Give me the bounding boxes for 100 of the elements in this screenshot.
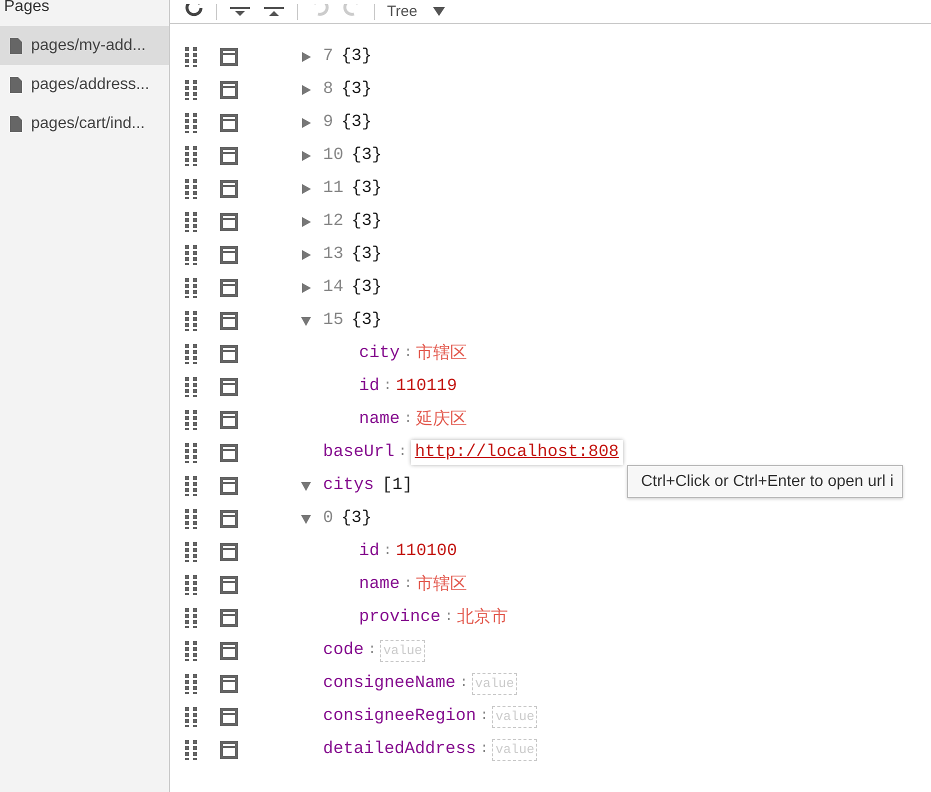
index-key[interactable]: 13 xyxy=(323,242,344,268)
string-value[interactable]: 市辖区 xyxy=(416,340,468,366)
context-menu-icon[interactable] xyxy=(220,212,238,230)
item-count: {3} xyxy=(341,508,372,530)
index-key[interactable]: citys xyxy=(323,472,374,498)
context-menu-icon[interactable] xyxy=(220,576,238,594)
property-key[interactable]: province xyxy=(359,604,441,630)
expand-arrow-icon[interactable] xyxy=(300,116,312,128)
item-count: {3} xyxy=(351,210,382,233)
context-menu-icon[interactable] xyxy=(220,278,238,296)
drag-handle-icon[interactable] xyxy=(185,740,197,760)
drag-handle-icon[interactable] xyxy=(185,344,197,364)
drag-handle-icon[interactable] xyxy=(185,244,197,264)
index-key[interactable]: 7 xyxy=(323,44,334,70)
index-key[interactable]: 0 xyxy=(323,506,334,532)
sidebar-item[interactable]: pages/my-add... xyxy=(0,26,169,65)
property-key[interactable]: consigneeRegion xyxy=(323,704,476,730)
item-count: {3} xyxy=(351,144,382,167)
drag-handle-icon[interactable] xyxy=(185,706,197,726)
drag-handle-icon[interactable] xyxy=(185,410,197,430)
expand-arrow-icon[interactable] xyxy=(300,150,312,162)
context-menu-icon[interactable] xyxy=(220,246,238,264)
context-menu-icon[interactable] xyxy=(220,708,238,726)
string-value[interactable]: 延庆区 xyxy=(416,406,468,432)
property-key[interactable]: consigneeName xyxy=(323,670,456,696)
separator-colon: : xyxy=(460,674,468,693)
property-key[interactable]: name xyxy=(359,406,400,432)
tooltip: Ctrl+Click or Ctrl+Enter to open url i xyxy=(627,465,903,498)
drag-handle-icon[interactable] xyxy=(185,640,197,660)
file-icon xyxy=(9,114,23,132)
property-key[interactable]: name xyxy=(359,572,400,598)
drag-handle-icon[interactable] xyxy=(185,80,197,100)
expand-arrow-icon[interactable] xyxy=(300,216,312,228)
drag-handle-icon[interactable] xyxy=(185,442,197,462)
drag-handle-icon[interactable] xyxy=(185,608,197,628)
index-key[interactable]: 8 xyxy=(323,76,334,102)
drag-handle-icon[interactable] xyxy=(185,574,197,594)
index-key[interactable]: 15 xyxy=(323,308,344,334)
context-menu-icon[interactable] xyxy=(220,542,238,560)
expand-arrow-icon[interactable] xyxy=(300,182,312,194)
string-value[interactable]: 市辖区 xyxy=(416,572,468,598)
view-mode-dropdown[interactable]: Tree xyxy=(387,2,446,20)
property-key[interactable]: id xyxy=(359,538,380,564)
caret-icon xyxy=(433,6,446,16)
separator-colon: : xyxy=(398,443,407,462)
context-menu-icon[interactable] xyxy=(220,510,238,528)
expand-arrow-icon[interactable] xyxy=(300,512,312,524)
property-key[interactable]: city xyxy=(359,340,400,366)
context-menu-icon[interactable] xyxy=(220,180,238,198)
property-key[interactable]: baseUrl xyxy=(323,440,394,466)
number-value[interactable]: 110119 xyxy=(396,374,458,400)
property-key[interactable]: detailedAddress xyxy=(323,736,476,762)
drag-handle-icon[interactable] xyxy=(185,278,197,298)
context-menu-icon[interactable] xyxy=(220,444,238,462)
context-menu-icon[interactable] xyxy=(220,146,238,164)
context-menu-icon[interactable] xyxy=(220,312,238,330)
expand-arrow-icon[interactable] xyxy=(300,248,312,260)
index-key[interactable]: 11 xyxy=(323,176,344,202)
context-menu-icon[interactable] xyxy=(220,476,238,494)
index-key[interactable]: 12 xyxy=(323,208,344,234)
property-key[interactable]: code xyxy=(323,638,364,664)
drag-handle-icon[interactable] xyxy=(185,508,197,528)
expand-arrow-icon[interactable] xyxy=(300,282,312,294)
file-name: pages/cart/ind... xyxy=(31,114,145,134)
drag-handle-icon[interactable] xyxy=(185,212,197,232)
index-key[interactable]: 9 xyxy=(323,110,334,136)
drag-handle-icon[interactable] xyxy=(185,146,197,166)
expand-arrow-icon[interactable] xyxy=(300,480,312,492)
context-menu-icon[interactable] xyxy=(220,344,238,362)
context-menu-icon[interactable] xyxy=(220,642,238,660)
file-icon xyxy=(9,76,23,94)
drag-handle-icon[interactable] xyxy=(185,112,197,132)
context-menu-icon[interactable] xyxy=(220,608,238,626)
context-menu-icon[interactable] xyxy=(220,378,238,396)
property-key[interactable]: id xyxy=(359,374,380,400)
context-menu-icon[interactable] xyxy=(220,674,238,692)
context-menu-icon[interactable] xyxy=(220,740,238,758)
drag-handle-icon[interactable] xyxy=(185,542,197,562)
number-value[interactable]: 110100 xyxy=(396,538,458,564)
drag-handle-icon[interactable] xyxy=(185,376,197,396)
sidebar-item[interactable]: pages/cart/ind... xyxy=(0,104,169,143)
index-key[interactable]: 14 xyxy=(323,274,344,300)
context-menu-icon[interactable] xyxy=(220,410,238,428)
item-count: {3} xyxy=(351,178,382,200)
index-key[interactable]: 10 xyxy=(323,142,344,168)
expand-arrow-icon[interactable] xyxy=(300,50,312,62)
drag-handle-icon[interactable] xyxy=(185,46,197,66)
file-icon xyxy=(9,36,23,54)
drag-handle-icon[interactable] xyxy=(185,310,197,330)
context-menu-icon[interactable] xyxy=(220,80,238,98)
url-link[interactable]: http://localhost:808 xyxy=(410,440,623,466)
drag-handle-icon[interactable] xyxy=(185,178,197,198)
string-value[interactable]: 北京市 xyxy=(457,604,508,630)
context-menu-icon[interactable] xyxy=(220,48,238,66)
expand-arrow-icon[interactable] xyxy=(300,84,312,96)
drag-handle-icon[interactable] xyxy=(185,476,197,496)
expand-arrow-icon[interactable] xyxy=(300,314,312,326)
sidebar-item[interactable]: pages/address... xyxy=(0,65,169,104)
context-menu-icon[interactable] xyxy=(220,114,238,132)
drag-handle-icon[interactable] xyxy=(185,674,197,694)
